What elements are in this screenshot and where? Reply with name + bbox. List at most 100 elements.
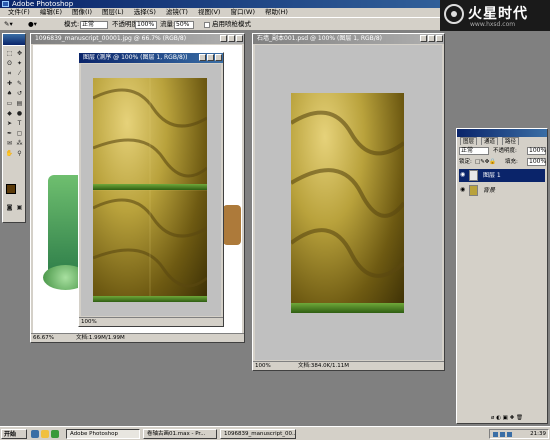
slice-tool-icon[interactable]: ⁄ — [15, 70, 24, 78]
layer-name: 图层 1 — [483, 172, 501, 179]
menu-select[interactable]: 选择(S) — [134, 8, 156, 17]
marquee-tool-icon[interactable]: ⬚ — [5, 50, 14, 58]
history-brush-tool-icon[interactable]: ↺ — [15, 90, 24, 98]
gradient-tool-icon[interactable]: ▤ — [15, 100, 24, 108]
zoom-level[interactable]: 100% — [255, 362, 271, 371]
eyedropper-tool-icon[interactable]: ⁂ — [15, 140, 24, 148]
screen-mode-icon[interactable]: ▣ — [15, 204, 24, 212]
dodge-tool-icon[interactable]: ● — [15, 110, 24, 118]
tray-volume-icon[interactable] — [500, 432, 505, 437]
flow-label: 流量: — [160, 20, 176, 28]
pen-tool-icon[interactable]: ✒ — [5, 130, 14, 138]
menu-help[interactable]: 帮助(H) — [265, 8, 288, 17]
layer-row-background[interactable]: ◉ 背景 — [459, 184, 545, 197]
layer-actions-icons[interactable]: ø ◐ ▣ ✚ 🗑 — [491, 413, 523, 423]
menu-filter[interactable]: 滤镜(T) — [166, 8, 188, 17]
layers-panel-tabs: 图层 通道 路径 — [457, 137, 547, 145]
lasso-tool-icon[interactable]: ʘ — [5, 60, 14, 68]
document-window-rockwall[interactable]: 石墙_副本001.psd @ 100% (图层 1, RGB/8) 100% 文… — [252, 33, 445, 371]
wooden-post-artwork — [223, 205, 241, 245]
blur-tool-icon[interactable]: ◆ — [5, 110, 14, 118]
menu-edit[interactable]: 编辑(E) — [40, 8, 62, 17]
layer-name: 背景 — [483, 187, 496, 194]
tab-layers[interactable]: 图层 — [460, 137, 478, 145]
grass-strip-bottom — [93, 296, 207, 302]
minimize-button[interactable] — [420, 35, 427, 42]
quicklaunch-desktop-icon[interactable] — [51, 430, 59, 438]
lock-icons[interactable]: □✎✥🔒 — [475, 157, 496, 167]
blend-mode-select[interactable]: 正常 — [459, 147, 489, 155]
close-button[interactable] — [215, 54, 222, 61]
menu-view[interactable]: 视图(V) — [198, 8, 221, 17]
opacity-input[interactable]: 100% — [135, 21, 157, 29]
canvas-area[interactable] — [81, 64, 221, 316]
window-controls — [420, 35, 443, 42]
maximize-button[interactable] — [207, 54, 214, 61]
fill-input[interactable]: 100% — [527, 158, 546, 166]
flow-input[interactable]: 50% — [174, 21, 194, 29]
mode-select[interactable]: 正常 — [80, 21, 108, 29]
magic-wand-tool-icon[interactable]: ✦ — [15, 60, 24, 68]
foreground-color-swatch[interactable] — [6, 184, 16, 194]
eye-icon[interactable]: ◉ — [460, 187, 466, 193]
layer-row-layer1[interactable]: ◉ 图层 1 — [459, 169, 545, 182]
menu-file[interactable]: 文件(F) — [8, 8, 30, 17]
task-manuscript[interactable]: 1096839_manuscript_00... — [220, 429, 296, 439]
tiled-rock-texture — [93, 78, 207, 302]
layers-panel-footer: ø ◐ ▣ ✚ 🗑 — [457, 413, 547, 423]
blend-row: 正常 不透明度: 100% — [457, 146, 547, 156]
path-select-tool-icon[interactable]: ➤ — [5, 120, 14, 128]
stamp-tool-icon[interactable]: ♠ — [5, 90, 14, 98]
logo-url: www.hxsd.com — [470, 21, 516, 28]
quicklaunch-ie-icon[interactable] — [31, 430, 39, 438]
healing-tool-icon[interactable]: ✚ — [5, 80, 14, 88]
close-button[interactable] — [436, 35, 443, 42]
maximize-button[interactable] — [228, 35, 235, 42]
eye-icon[interactable]: ◉ — [460, 172, 466, 178]
quicklaunch-folder-icon[interactable] — [41, 430, 49, 438]
eraser-tool-icon[interactable]: ▭ — [5, 100, 14, 108]
move-tool-icon[interactable]: ✥ — [15, 50, 24, 58]
tray-ime-icon[interactable] — [507, 432, 512, 437]
quickmask-icon[interactable]: ◙ — [5, 204, 14, 212]
document-window-tiled[interactable]: 图层 (测序 @ 100% (图层 1, RGB/8)) 100% — [78, 52, 224, 327]
grass-strip-top — [93, 184, 207, 190]
menu-image[interactable]: 图像(I) — [72, 8, 92, 17]
layers-panel-header — [457, 129, 547, 137]
lock-row: 锁定: □✎✥🔒 填充: 100% — [457, 157, 547, 167]
doc-size: 文档:384.0K/1.11M — [298, 363, 350, 369]
menu-window[interactable]: 窗口(W) — [230, 8, 255, 17]
window-controls — [199, 54, 222, 61]
shape-tool-icon[interactable]: ▢ — [15, 130, 24, 138]
toolbox: ⬚ ✥ ʘ ✦ ⌗ ⁄ ✚ ✎ ♠ ↺ ▭ ▤ ◆ ● ➤ T ✒ ▢ ✉ ⁂ … — [2, 33, 26, 223]
taskbar: 开始 Adobe Photoshop 卷轴古画01.max - Pr... 10… — [0, 426, 550, 440]
close-button[interactable] — [236, 35, 243, 42]
crop-tool-icon[interactable]: ⌗ — [5, 70, 14, 78]
canvas-area[interactable] — [255, 45, 442, 360]
task-max[interactable]: 卷轴古画01.max - Pr... — [143, 429, 217, 439]
task-photoshop[interactable]: Adobe Photoshop — [66, 429, 140, 439]
zoom-tool-icon[interactable]: ⚲ — [15, 150, 24, 158]
brush-preset-picker[interactable]: ●▾ — [28, 18, 37, 31]
tray-network-icon[interactable] — [493, 432, 498, 437]
minimize-button[interactable] — [220, 35, 227, 42]
start-button[interactable]: 开始 — [1, 429, 27, 439]
maximize-button[interactable] — [428, 35, 435, 42]
zoom-level[interactable]: 100% — [81, 318, 97, 327]
mode-label: 模式: — [64, 20, 80, 28]
brush-tool-icon[interactable]: ✎ — [15, 80, 24, 88]
minimize-button[interactable] — [199, 54, 206, 61]
type-tool-icon[interactable]: T — [15, 120, 24, 128]
hand-tool-icon[interactable]: ✋ — [5, 150, 14, 158]
notes-tool-icon[interactable]: ✉ — [5, 140, 14, 148]
zoom-level[interactable]: 66.67% — [33, 334, 54, 343]
brush-tool-icon[interactable]: ✎▾ — [4, 18, 13, 31]
airbrush-checkbox[interactable] — [204, 22, 210, 28]
tab-paths[interactable]: 路径 — [502, 137, 520, 145]
layer-opacity-input[interactable]: 100% — [527, 147, 546, 155]
status-bar: 100% — [79, 317, 223, 326]
tab-channels[interactable]: 通道 — [481, 137, 499, 145]
lock-label: 锁定: — [459, 159, 472, 165]
menu-layer[interactable]: 图层(L) — [102, 8, 124, 17]
status-bar: 66.67% 文档:1.99M/1.99M — [31, 333, 244, 342]
